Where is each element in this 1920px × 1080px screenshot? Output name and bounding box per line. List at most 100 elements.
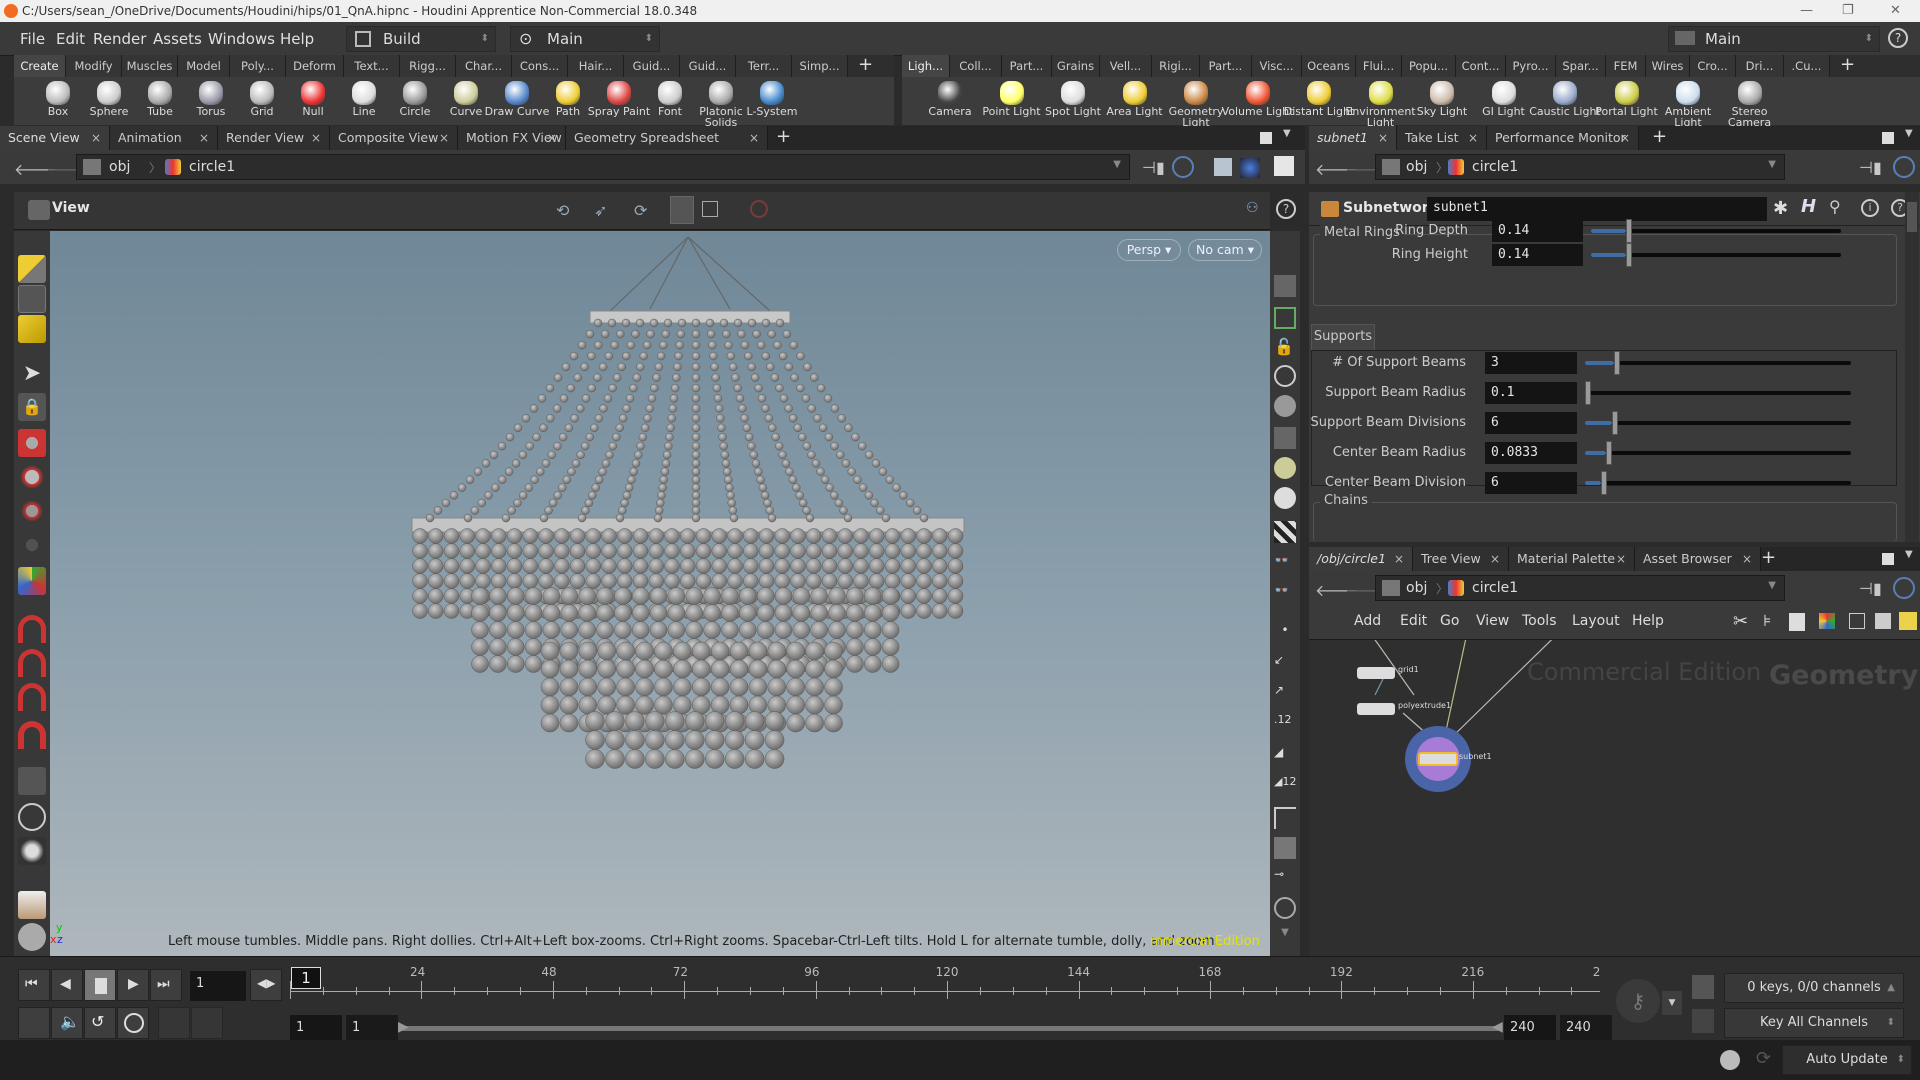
shelf_left-tab-5[interactable]: Deform bbox=[286, 55, 344, 77]
3d-viewport[interactable]: Persp ▾ No cam ▾ y x z Left mouse tumble… bbox=[50, 231, 1270, 956]
pose-tool-icon[interactable] bbox=[18, 531, 46, 559]
close-tab-icon[interactable]: × bbox=[749, 126, 759, 150]
param-field-support-beam-radius[interactable]: 0.1 bbox=[1485, 382, 1577, 404]
snap-point-magnet-icon[interactable] bbox=[18, 683, 46, 711]
path-circle1[interactable]: circle1 bbox=[189, 159, 235, 175]
param-scrollbar[interactable] bbox=[1905, 192, 1919, 542]
add-shelf-tab-button[interactable]: + bbox=[1840, 55, 1855, 75]
path-circle1[interactable]: circle1 bbox=[1472, 580, 1518, 596]
snap-magnet-icon[interactable] bbox=[18, 721, 46, 749]
add-shelf-tab-button[interactable]: + bbox=[858, 55, 873, 75]
shelf_right-tab-12[interactable]: Pyro... bbox=[1506, 55, 1556, 77]
ghost-objects-icon[interactable] bbox=[1274, 365, 1296, 387]
close-tab-icon[interactable]: × bbox=[439, 126, 449, 150]
net-menu-go[interactable]: Go bbox=[1440, 613, 1459, 629]
shading-mode-icon[interactable] bbox=[1274, 395, 1296, 417]
path-obj[interactable]: obj bbox=[109, 159, 130, 175]
add-tab-button[interactable]: + bbox=[1652, 126, 1667, 148]
flipbook-lens-icon[interactable] bbox=[18, 837, 46, 865]
shelf_right-tab-14[interactable]: FEM bbox=[1606, 55, 1646, 77]
tool-gi-light[interactable]: GI Light bbox=[1476, 77, 1532, 125]
display-options-icon[interactable] bbox=[1274, 897, 1296, 919]
shelf_right-tab-0[interactable]: Ligh... bbox=[902, 55, 950, 77]
prim-numbers-icon[interactable]: ◢12 bbox=[1274, 775, 1296, 797]
shelf_right-tab-16[interactable]: Cro... bbox=[1690, 55, 1736, 77]
close-tab-icon[interactable]: × bbox=[199, 126, 209, 150]
shelf_right-tab-17[interactable]: Dri... bbox=[1736, 55, 1784, 77]
playback-start-field[interactable]: 1 bbox=[346, 1015, 398, 1041]
slider-handle[interactable] bbox=[1626, 219, 1632, 243]
info-icon[interactable]: i bbox=[1861, 199, 1879, 217]
hull-display-icon[interactable] bbox=[1274, 807, 1296, 829]
stop-render-icon[interactable] bbox=[750, 200, 768, 218]
tool-line[interactable]: Line bbox=[336, 77, 392, 125]
next-key-button[interactable] bbox=[191, 1007, 223, 1039]
shelf_right-tab-8[interactable]: Oceans bbox=[1302, 55, 1356, 77]
param-slider[interactable] bbox=[1585, 381, 1851, 405]
lock-camera-icon[interactable]: 🔓 bbox=[1274, 337, 1296, 359]
tab-asset-browser[interactable]: Asset Browser × bbox=[1635, 547, 1761, 571]
shelf_right-tab-1[interactable]: Coll... bbox=[950, 55, 1002, 77]
path-obj[interactable]: obj bbox=[1406, 159, 1427, 175]
grid-layout-icon[interactable] bbox=[1849, 613, 1865, 629]
cook-brain-icon[interactable] bbox=[1720, 1050, 1740, 1070]
tool-sphere[interactable]: Sphere bbox=[81, 77, 137, 125]
menu-render[interactable]: Render bbox=[93, 30, 146, 48]
shelf_left-tab-0[interactable]: Create bbox=[14, 55, 66, 77]
close-tab-icon[interactable]: × bbox=[1468, 126, 1478, 150]
maximize-pane-icon[interactable] bbox=[1882, 132, 1894, 144]
context-selector[interactable]: ⊙ Main ⬍ bbox=[510, 26, 660, 52]
tool-point-light[interactable]: Point Light bbox=[982, 77, 1041, 125]
tool-ambient-light[interactable]: Ambient Light bbox=[1660, 77, 1716, 128]
handle-tool-icon[interactable] bbox=[18, 567, 46, 595]
net-menu-layout[interactable]: Layout bbox=[1572, 613, 1620, 629]
tool-l-system[interactable]: L-System bbox=[744, 77, 800, 125]
menu-windows[interactable]: Windows bbox=[208, 30, 275, 48]
range-slider[interactable] bbox=[402, 1026, 1498, 1031]
tab-animation-editor[interactable]: Animation Editor× bbox=[110, 126, 218, 169]
path-circle1[interactable]: circle1 bbox=[1472, 159, 1518, 175]
pin-icon[interactable]: ⊣▮ bbox=[1859, 158, 1882, 177]
snapping-icon[interactable] bbox=[670, 196, 694, 224]
tab-material-palette[interactable]: Material Palette × bbox=[1509, 547, 1635, 571]
shelf_right-tab-4[interactable]: Vell... bbox=[1100, 55, 1152, 77]
path-dropdown-icon[interactable]: ▼ bbox=[1768, 159, 1776, 170]
move-tool-icon[interactable] bbox=[18, 429, 46, 457]
param-field-center-beam-radius[interactable]: 0.0833 bbox=[1485, 442, 1577, 464]
sticky-note-icon[interactable] bbox=[1899, 612, 1917, 630]
realtime-toggle-button[interactable] bbox=[18, 1007, 50, 1039]
tool-tube[interactable]: Tube bbox=[132, 77, 188, 125]
shelf_left-tab-1[interactable]: Modify bbox=[66, 55, 122, 77]
net-menu-view[interactable]: View bbox=[1476, 613, 1509, 629]
jump-end-button[interactable]: ⏭ bbox=[150, 969, 182, 1001]
tumble-icon[interactable]: ⟲ bbox=[556, 201, 569, 220]
menu-assets[interactable]: Assets bbox=[153, 30, 202, 48]
normal-display-icon[interactable]: ↙ bbox=[1274, 653, 1296, 675]
stop-button[interactable] bbox=[84, 969, 116, 1001]
network-box-icon[interactable] bbox=[1875, 613, 1891, 629]
path-obj[interactable]: obj bbox=[1406, 580, 1427, 596]
param-field-center-beam-division[interactable]: 6 bbox=[1485, 472, 1577, 494]
param-slider[interactable] bbox=[1585, 411, 1851, 435]
tool-camera[interactable]: Camera bbox=[922, 77, 978, 125]
light-link-icon[interactable] bbox=[1274, 487, 1296, 509]
persp-menu[interactable]: Persp ▾ bbox=[1117, 239, 1181, 261]
shelf_right-tab-3[interactable]: Grains bbox=[1052, 55, 1100, 77]
close-tab-icon[interactable]: × bbox=[1616, 547, 1626, 571]
tab-render-view[interactable]: Render View × bbox=[218, 126, 330, 150]
point-display-icon[interactable]: • bbox=[1274, 623, 1296, 645]
play-button[interactable]: ▶ bbox=[117, 969, 149, 1001]
scrollbar-thumb[interactable] bbox=[1907, 202, 1917, 232]
range-end-handle[interactable]: ◀ bbox=[1492, 1019, 1503, 1035]
shelf_left-tab-2[interactable]: Muscles bbox=[122, 55, 178, 77]
shelf_left-tab-4[interactable]: Poly... bbox=[230, 55, 286, 77]
shelf_left-tab-9[interactable]: Cons... bbox=[512, 55, 568, 77]
param-field-ring-depth[interactable]: 0.14 bbox=[1492, 220, 1583, 242]
param-slider[interactable] bbox=[1591, 219, 1841, 243]
shelf_left-tab-8[interactable]: Char... bbox=[456, 55, 512, 77]
ref-plane-icon[interactable] bbox=[1274, 307, 1296, 329]
list-view-icon[interactable] bbox=[1789, 613, 1805, 631]
pin-icon[interactable]: ⊣▮ bbox=[1859, 579, 1882, 598]
background-icon[interactable] bbox=[1274, 156, 1294, 176]
stereo-glasses-icon[interactable]: 👓 bbox=[1274, 553, 1296, 575]
